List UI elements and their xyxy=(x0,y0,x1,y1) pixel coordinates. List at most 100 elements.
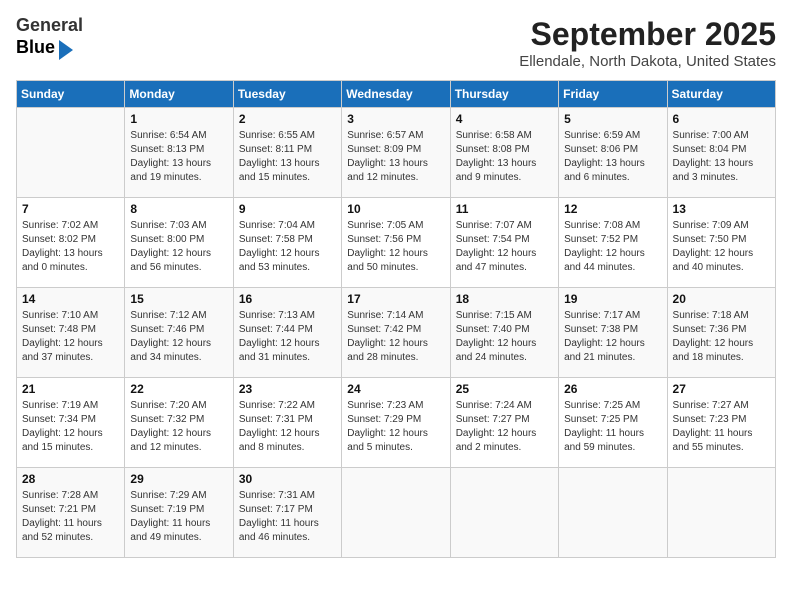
calendar-cell: 20 Sunrise: 7:18 AMSunset: 7:36 PMDayligh… xyxy=(667,288,775,378)
day-info: Sunrise: 6:59 AMSunset: 8:06 PMDaylight:… xyxy=(564,129,661,185)
week-row-2: 7 Sunrise: 7:02 AMSunset: 8:02 PMDaylight… xyxy=(17,198,776,288)
calendar-cell: 17Sunrise: 7:14 AMSunset: 7:42 PMDayligh… xyxy=(342,288,450,378)
header-cell-thursday: Thursday xyxy=(450,81,558,108)
day-info: Sunrise: 7:22 AMSunset: 7:31 PMDaylight:… xyxy=(239,399,336,455)
day-info: Sunrise: 7:07 AMSunset: 7:54 PMDaylight:… xyxy=(456,219,553,275)
logo-blue: Blue xyxy=(16,38,55,58)
day-number: 15 xyxy=(130,292,227,306)
day-number: 5 xyxy=(564,112,661,126)
calendar-cell: 13 Sunrise: 7:09 AMSunset: 7:50 PMDayligh… xyxy=(667,198,775,288)
calendar-cell: 6Sunrise: 7:00 AMSunset: 8:04 PMDaylight… xyxy=(667,108,775,198)
day-info: Sunrise: 6:57 AMSunset: 8:09 PMDaylight:… xyxy=(347,129,444,185)
day-number: 25 xyxy=(456,382,553,396)
day-info: Sunrise: 7:08 AMSunset: 7:52 PMDaylight:… xyxy=(564,219,661,275)
calendar-cell: 2Sunrise: 6:55 AMSunset: 8:11 PMDaylight… xyxy=(233,108,341,198)
header-cell-monday: Monday xyxy=(125,81,233,108)
day-number: 3 xyxy=(347,112,444,126)
calendar-cell: 27 Sunrise: 7:27 AMSunset: 7:23 PMDayligh… xyxy=(667,378,775,468)
day-number: 20 xyxy=(673,292,770,306)
day-info: Sunrise: 7:03 AMSunset: 8:00 PMDaylight:… xyxy=(130,219,227,275)
day-info: Sunrise: 7:02 AMSunset: 8:02 PMDaylight:… xyxy=(22,219,119,275)
month-title: September 2025 xyxy=(519,16,776,53)
calendar-cell: 16Sunrise: 7:13 AMSunset: 7:44 PMDayligh… xyxy=(233,288,341,378)
week-row-1: 1 Sunrise: 6:54 AMSunset: 8:13 PMDaylight… xyxy=(17,108,776,198)
day-number: 24 xyxy=(347,382,444,396)
title-block: September 2025 Ellendale, North Dakota, … xyxy=(519,16,776,70)
calendar-cell: 4Sunrise: 6:58 AMSunset: 8:08 PMDaylight… xyxy=(450,108,558,198)
day-number: 21 xyxy=(22,382,119,396)
header-cell-saturday: Saturday xyxy=(667,81,775,108)
day-info: Sunrise: 7:28 AMSunset: 7:21 PMDaylight:… xyxy=(22,489,119,545)
day-number: 7 xyxy=(22,202,119,216)
day-info: Sunrise: 7:14 AMSunset: 7:42 PMDaylight:… xyxy=(347,309,444,365)
day-info: Sunrise: 7:13 AMSunset: 7:44 PMDaylight:… xyxy=(239,309,336,365)
calendar-cell: 8 Sunrise: 7:03 AMSunset: 8:00 PMDaylight… xyxy=(125,198,233,288)
calendar-cell xyxy=(17,108,125,198)
day-info: Sunrise: 6:54 AMSunset: 8:13 PMDaylight:… xyxy=(130,129,227,185)
calendar-cell xyxy=(667,468,775,558)
day-number: 10 xyxy=(347,202,444,216)
day-number: 23 xyxy=(239,382,336,396)
day-number: 6 xyxy=(673,112,770,126)
page-header: General Blue September 2025 Ellendale, N… xyxy=(16,16,776,70)
day-info: Sunrise: 7:25 AMSunset: 7:25 PMDaylight:… xyxy=(564,399,661,455)
calendar-cell xyxy=(450,468,558,558)
calendar-cell: 11 Sunrise: 7:07 AMSunset: 7:54 PMDayligh… xyxy=(450,198,558,288)
day-info: Sunrise: 7:18 AMSunset: 7:36 PMDaylight:… xyxy=(673,309,770,365)
calendar-cell: 18 Sunrise: 7:15 AMSunset: 7:40 PMDayligh… xyxy=(450,288,558,378)
logo-arrow-icon xyxy=(59,40,73,60)
day-number: 27 xyxy=(673,382,770,396)
header-cell-friday: Friday xyxy=(559,81,667,108)
day-number: 8 xyxy=(130,202,227,216)
day-number: 30 xyxy=(239,472,336,486)
day-number: 18 xyxy=(456,292,553,306)
calendar-cell: 9Sunrise: 7:04 AMSunset: 7:58 PMDaylight… xyxy=(233,198,341,288)
calendar-cell xyxy=(342,468,450,558)
calendar-cell: 25 Sunrise: 7:24 AMSunset: 7:27 PMDayligh… xyxy=(450,378,558,468)
week-row-5: 28 Sunrise: 7:28 AMSunset: 7:21 PMDayligh… xyxy=(17,468,776,558)
calendar-cell: 23 Sunrise: 7:22 AMSunset: 7:31 PMDayligh… xyxy=(233,378,341,468)
day-number: 1 xyxy=(130,112,227,126)
day-info: Sunrise: 7:24 AMSunset: 7:27 PMDaylight:… xyxy=(456,399,553,455)
day-number: 29 xyxy=(130,472,227,486)
calendar-cell: 12 Sunrise: 7:08 AMSunset: 7:52 PMDayligh… xyxy=(559,198,667,288)
day-number: 2 xyxy=(239,112,336,126)
calendar-cell xyxy=(559,468,667,558)
calendar-cell: 19Sunrise: 7:17 AMSunset: 7:38 PMDayligh… xyxy=(559,288,667,378)
day-info: Sunrise: 7:19 AMSunset: 7:34 PMDaylight:… xyxy=(22,399,119,455)
day-number: 11 xyxy=(456,202,553,216)
day-number: 13 xyxy=(673,202,770,216)
day-info: Sunrise: 6:58 AMSunset: 8:08 PMDaylight:… xyxy=(456,129,553,185)
calendar-cell: 24 Sunrise: 7:23 AMSunset: 7:29 PMDayligh… xyxy=(342,378,450,468)
day-info: Sunrise: 7:09 AMSunset: 7:50 PMDaylight:… xyxy=(673,219,770,275)
calendar-cell: 29 Sunrise: 7:29 AMSunset: 7:19 PMDayligh… xyxy=(125,468,233,558)
calendar-cell: 5 Sunrise: 6:59 AMSunset: 8:06 PMDaylight… xyxy=(559,108,667,198)
calendar-cell: 14Sunrise: 7:10 AMSunset: 7:48 PMDayligh… xyxy=(17,288,125,378)
day-number: 26 xyxy=(564,382,661,396)
day-info: Sunrise: 7:29 AMSunset: 7:19 PMDaylight:… xyxy=(130,489,227,545)
day-info: Sunrise: 7:15 AMSunset: 7:40 PMDaylight:… xyxy=(456,309,553,365)
calendar-cell: 10Sunrise: 7:05 AMSunset: 7:56 PMDayligh… xyxy=(342,198,450,288)
logo: General Blue xyxy=(16,16,83,60)
header-cell-wednesday: Wednesday xyxy=(342,81,450,108)
calendar-cell: 30 Sunrise: 7:31 AMSunset: 7:17 PMDayligh… xyxy=(233,468,341,558)
day-info: Sunrise: 7:27 AMSunset: 7:23 PMDaylight:… xyxy=(673,399,770,455)
day-number: 9 xyxy=(239,202,336,216)
header-cell-tuesday: Tuesday xyxy=(233,81,341,108)
day-info: Sunrise: 7:10 AMSunset: 7:48 PMDaylight:… xyxy=(22,309,119,365)
day-info: Sunrise: 7:31 AMSunset: 7:17 PMDaylight:… xyxy=(239,489,336,545)
week-row-4: 21 Sunrise: 7:19 AMSunset: 7:34 PMDayligh… xyxy=(17,378,776,468)
day-info: Sunrise: 7:23 AMSunset: 7:29 PMDaylight:… xyxy=(347,399,444,455)
header-cell-sunday: Sunday xyxy=(17,81,125,108)
day-number: 19 xyxy=(564,292,661,306)
calendar-cell: 22Sunrise: 7:20 AMSunset: 7:32 PMDayligh… xyxy=(125,378,233,468)
calendar-table: SundayMondayTuesdayWednesdayThursdayFrid… xyxy=(16,80,776,558)
calendar-cell: 28 Sunrise: 7:28 AMSunset: 7:21 PMDayligh… xyxy=(17,468,125,558)
location: Ellendale, North Dakota, United States xyxy=(519,53,776,70)
calendar-cell: 26 Sunrise: 7:25 AMSunset: 7:25 PMDayligh… xyxy=(559,378,667,468)
calendar-cell: 7 Sunrise: 7:02 AMSunset: 8:02 PMDaylight… xyxy=(17,198,125,288)
logo-general: General xyxy=(16,15,83,35)
day-number: 28 xyxy=(22,472,119,486)
day-info: Sunrise: 7:12 AMSunset: 7:46 PMDaylight:… xyxy=(130,309,227,365)
day-number: 12 xyxy=(564,202,661,216)
